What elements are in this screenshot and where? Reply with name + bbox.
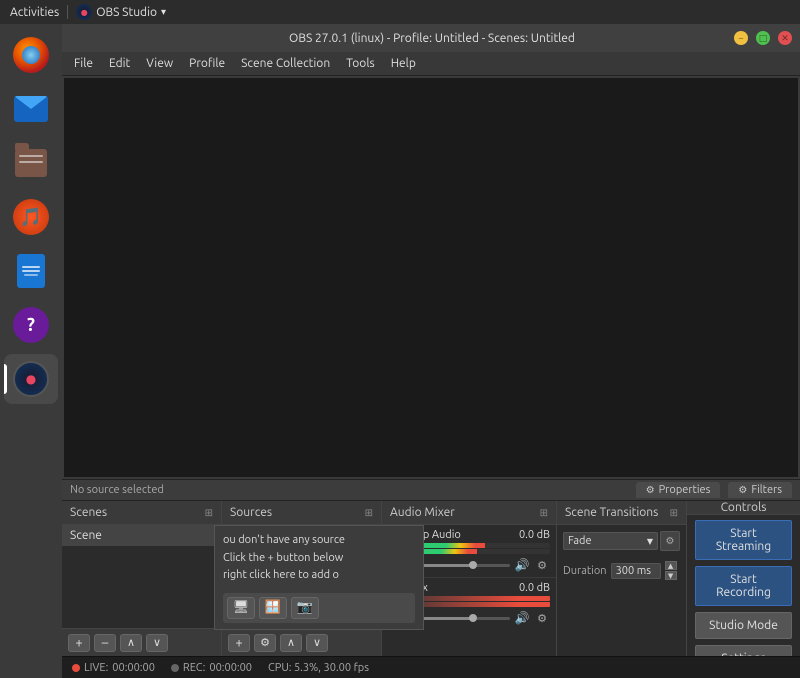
close-button[interactable]: ✕ [778,31,792,45]
window-title: OBS 27.0.1 (linux) - Profile: Untitled -… [130,32,734,45]
obs-icon: ● [13,361,49,397]
docs-icon [17,254,45,288]
start-streaming-button[interactable]: Start Streaming [695,520,792,560]
transitions-panel-icon[interactable]: ⊞ [670,507,678,519]
desktop-audio-db: 0.0 dB [519,529,550,541]
source-window-capture-button[interactable]: 🪟 [259,597,287,619]
menu-file[interactable]: File [66,55,101,72]
scene-transitions-panel: Scene Transitions ⊞ Fade ▼ ⚙ Duration 30… [557,501,687,656]
duration-input[interactable]: 300 ms [611,563,661,579]
source-bar: No source selected ⚙ Properties ⚙ Filter… [62,479,800,501]
menubar: File Edit View Profile Scene Collection … [62,52,800,76]
duration-row: Duration 300 ms ▲ ▼ [557,557,686,584]
no-source-text: No source selected [70,484,628,496]
live-dot [72,664,80,672]
duration-up-button[interactable]: ▲ [665,561,677,570]
desktop-audio-settings-button[interactable]: ⚙ [534,557,550,573]
sources-add-button[interactable]: + [228,634,250,652]
titlebar: OBS 27.0.1 (linux) - Profile: Untitled -… [62,24,800,52]
firefox-icon [13,37,49,73]
menu-scene-collection[interactable]: Scene Collection [233,55,338,72]
controls-panel: Controls Start Streaming Start Recording… [687,501,800,656]
obs-window: OBS 27.0.1 (linux) - Profile: Untitled -… [62,24,800,678]
start-recording-button[interactable]: Start Recording [695,566,792,606]
cpu-status: CPU: 5.3%, 30.00 fps [268,662,369,674]
properties-tab[interactable]: ⚙ Properties [636,482,721,498]
mic-aux-mute-button[interactable]: 🔊 [514,610,530,626]
sources-down-button[interactable]: ∨ [306,634,328,652]
transition-settings-button[interactable]: ⚙ [660,531,680,551]
sources-panel-header: Sources ⊞ [222,501,381,525]
mic-aux-settings-button[interactable]: ⚙ [534,610,550,626]
source-camera-button[interactable]: 📷 [291,597,319,619]
minimize-button[interactable]: – [734,31,748,45]
live-status: LIVE: 00:00:00 [72,662,155,674]
scene-item[interactable]: Scene [62,525,221,546]
scenes-remove-button[interactable]: – [94,634,116,652]
taskbar-item-obs[interactable]: ● [4,354,58,404]
titlebar-buttons: – □ ✕ [734,31,792,45]
sources-panel-icon[interactable]: ⊞ [365,507,373,519]
statusbar: LIVE: 00:00:00 REC: 00:00:00 CPU: 5.3%, … [62,656,800,678]
obs-app-arrow-icon: ▾ [161,6,166,18]
transition-select-row: Fade ▼ ⚙ [563,531,680,551]
bottom-panels: Scenes ⊞ Scene + – ∧ ∨ Sources [62,501,800,656]
scene-transitions-header: Scene Transitions ⊞ [557,501,686,525]
gear-icon: ⚙ [646,484,655,496]
source-display-capture-button[interactable]: 🖥 [227,597,255,619]
menu-edit[interactable]: Edit [101,55,138,72]
files-icon [15,149,47,177]
taskbar-item-music[interactable]: 🎵 [4,192,58,242]
taskbar-item-docs[interactable] [4,246,58,296]
music-icon: 🎵 [13,199,49,235]
filter-icon: ⚙ [738,484,747,496]
mic-aux-db: 0.0 dB [519,582,550,594]
dropdown-arrow-icon: ▼ [647,537,653,546]
rec-status: REC: 00:00:00 [171,662,252,674]
taskbar-item-help[interactable]: ? [4,300,58,350]
menu-view[interactable]: View [138,55,181,72]
scenes-add-button[interactable]: + [68,634,90,652]
sources-panel: Sources ⊞ ou don't have any source Click… [222,501,382,656]
filters-tab[interactable]: ⚙ Filters [728,482,792,498]
obs-app-menu[interactable]: ● OBS Studio ▾ [76,4,166,20]
mail-icon [14,96,48,122]
sources-tooltip-icons: 🖥 🪟 📷 [223,593,415,623]
rec-dot [171,664,179,672]
sources-settings-button[interactable]: ⚙ [254,634,276,652]
audio-mixer-header: Audio Mixer ⊞ [382,501,556,525]
sources-tooltip: ou don't have any source Click the + but… [214,525,424,630]
scenes-down-button[interactable]: ∨ [146,634,168,652]
menu-tools[interactable]: Tools [338,55,383,72]
scenes-up-button[interactable]: ∧ [120,634,142,652]
scenes-panel-icon[interactable]: ⊞ [205,507,213,519]
duration-spinner: ▲ ▼ [665,561,677,580]
taskbar-item-mail[interactable] [4,84,58,134]
sources-up-button[interactable]: ∧ [280,634,302,652]
maximize-button[interactable]: □ [756,31,770,45]
menu-profile[interactable]: Profile [181,55,233,72]
studio-mode-button[interactable]: Studio Mode [695,612,792,639]
preview-area [62,76,800,479]
transition-dropdown[interactable]: Fade ▼ [563,532,658,550]
activities-label[interactable]: Activities [10,6,59,19]
duration-label: Duration [563,565,607,577]
scenes-panel-header: Scenes ⊞ [62,501,221,525]
sources-panel-footer: + ⚙ ∧ ∨ [222,628,381,656]
scenes-panel: Scenes ⊞ Scene + – ∧ ∨ [62,501,222,656]
duration-down-button[interactable]: ▼ [665,571,677,580]
controls-header: Controls [687,501,800,515]
audio-mixer-icon[interactable]: ⊞ [540,507,548,519]
obs-app-label: OBS Studio [96,6,157,19]
obs-taskbar-icon: ● [76,4,92,20]
menu-help[interactable]: Help [383,55,424,72]
scenes-panel-footer: + – ∧ ∨ [62,628,221,656]
help-icon: ? [13,307,49,343]
taskbar-item-files[interactable] [4,138,58,188]
taskbar-item-firefox[interactable] [4,30,58,80]
taskbar: 🎵 ? ● [0,24,62,678]
desktop-audio-mute-button[interactable]: 🔊 [514,557,530,573]
